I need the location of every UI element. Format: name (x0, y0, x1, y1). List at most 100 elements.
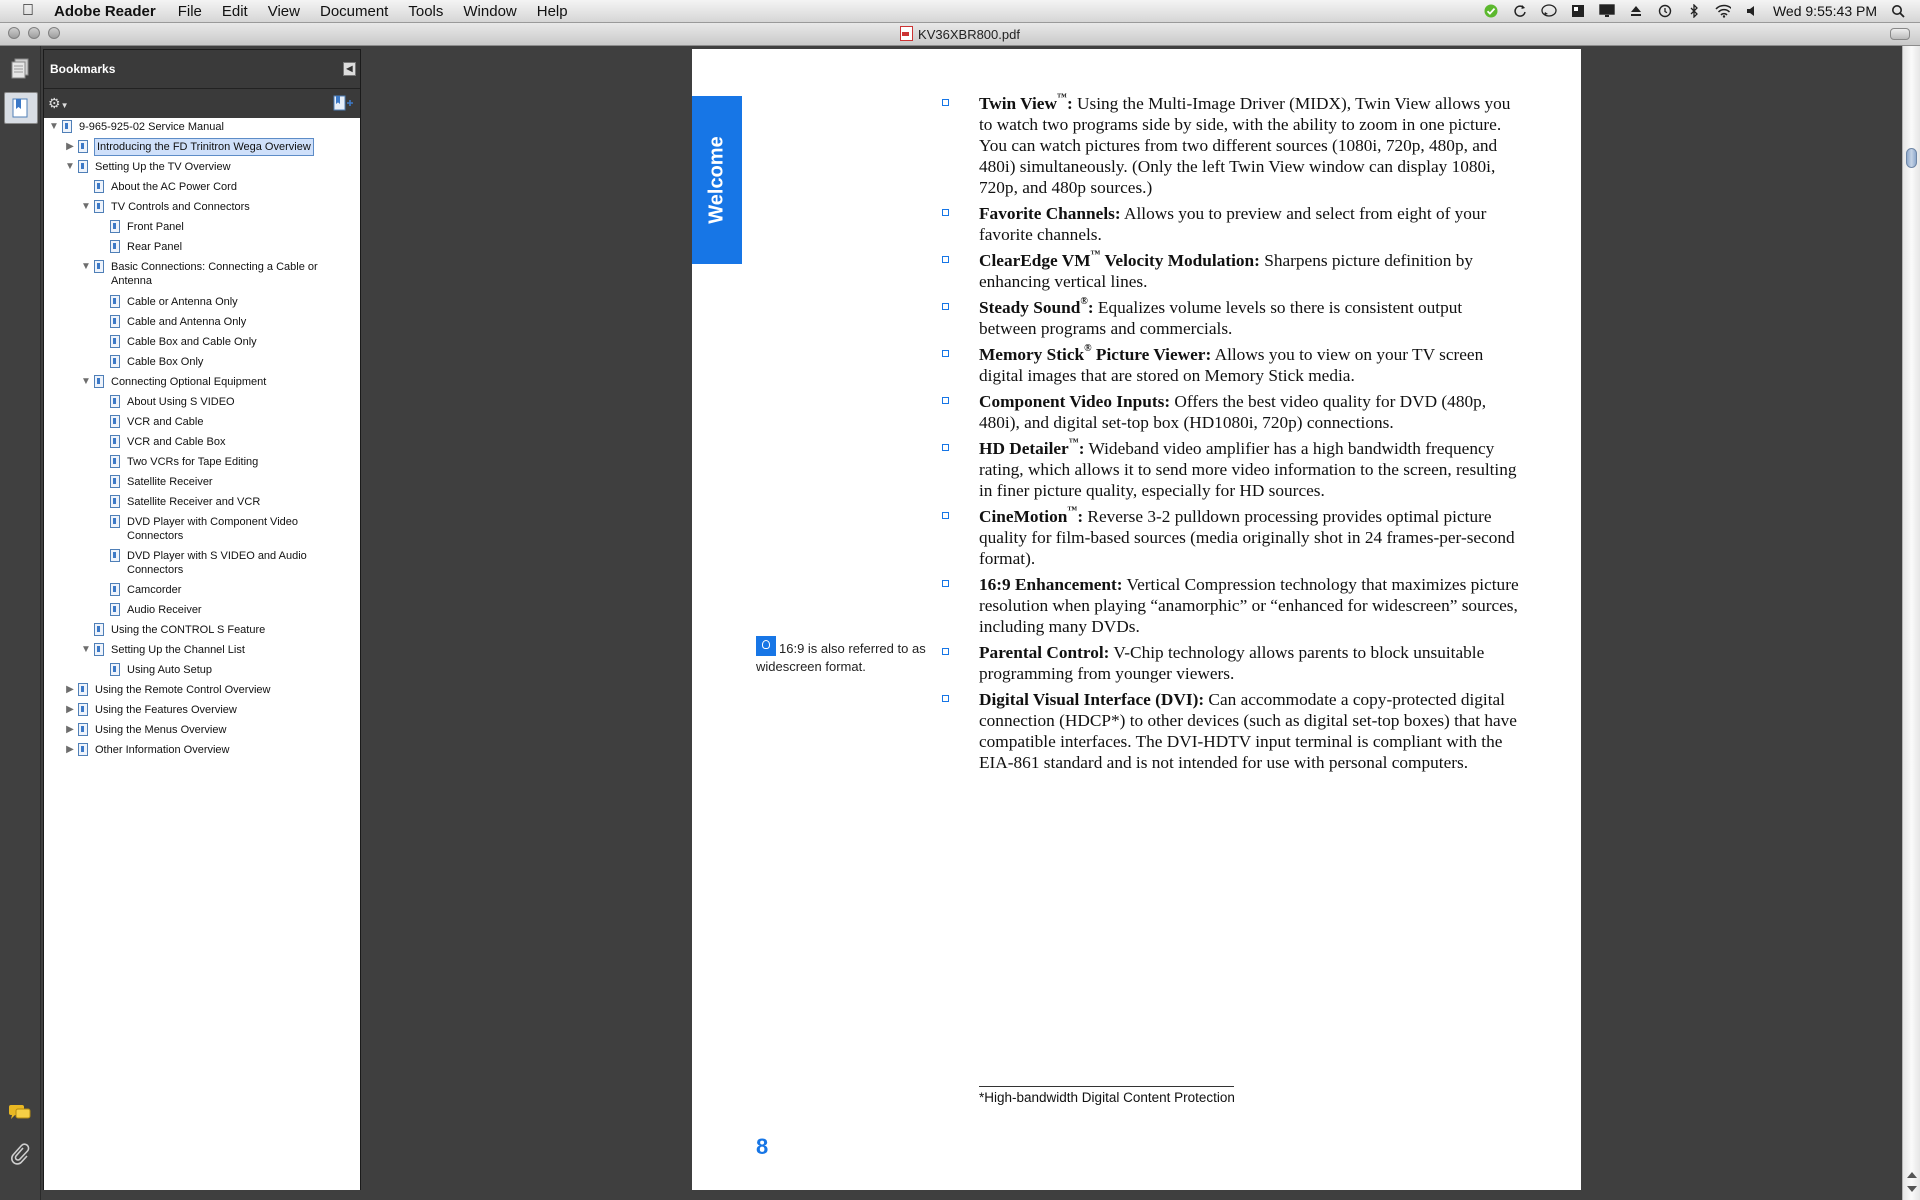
bookmark-label: About Using S VIDEO (127, 396, 235, 408)
chevron-down-icon: ▼ (60, 101, 69, 110)
bookmark-item[interactable]: Two VCRs for Tape Editing (44, 454, 362, 470)
bookmark-item[interactable]: VCR and Cable (44, 414, 362, 430)
bookmark-label: Connecting Optional Equipment (111, 376, 267, 388)
bookmark-item[interactable]: ▶ Using the Menus Overview (44, 722, 362, 738)
bookmark-label: Setting Up the Channel List (111, 644, 245, 656)
scrollbar-thumb[interactable] (1906, 148, 1917, 168)
window-title-bar: KV36XBR800.pdf (0, 23, 1920, 46)
bookmark-item[interactable]: DVD Player with Component Video Connector… (44, 514, 362, 542)
bookmark-item[interactable]: ▼ 9-965-925-02 Service Manual (44, 119, 362, 135)
bookmark-label-continued: Connectors (127, 564, 184, 576)
bookmark-label: Introducing the FD Trinitron Wega Overvi… (94, 138, 314, 156)
bookmark-item[interactable]: Audio Receiver (44, 602, 362, 618)
wifi-icon[interactable] (1715, 4, 1731, 18)
display-icon[interactable] (1570, 4, 1586, 18)
check-status-icon[interactable] (1483, 4, 1499, 18)
bookmark-icon (110, 495, 120, 508)
expand-triangle-icon[interactable]: ▶ (65, 722, 75, 738)
menu-file[interactable]: File (178, 3, 202, 20)
attachments-panel-button[interactable] (4, 1139, 36, 1169)
menu-edit[interactable]: Edit (222, 3, 248, 20)
bookmark-item[interactable]: ▼ Setting Up the Channel List (44, 642, 362, 658)
bookmark-item[interactable]: Satellite Receiver (44, 474, 362, 490)
volume-icon[interactable] (1744, 4, 1760, 18)
collapse-triangle-icon[interactable]: ▼ (81, 199, 91, 215)
feature-title: ClearEdge VM™ Velocity Modulation: (979, 250, 1260, 271)
bluetooth-icon[interactable] (1686, 4, 1702, 18)
bookmark-item[interactable]: Front Panel (44, 219, 362, 235)
collapse-triangle-icon[interactable]: ▼ (49, 119, 59, 135)
scroll-up-arrow-icon[interactable] (1907, 1172, 1917, 1178)
bookmark-item[interactable]: ▶ Other Information Overview (44, 742, 362, 758)
bookmarks-panel-button[interactable] (4, 92, 38, 124)
new-bookmark-button[interactable] (332, 95, 354, 111)
collapse-triangle-icon[interactable]: ▼ (65, 159, 75, 175)
bookmark-item[interactable]: DVD Player with S VIDEO and Audio Connect… (44, 548, 362, 576)
checkbox-bullet-icon (942, 303, 949, 310)
bookmark-item[interactable]: ▼ Connecting Optional Equipment (44, 374, 362, 390)
collapse-triangle-icon[interactable]: ▼ (81, 259, 91, 275)
trademark-mark: ® (1084, 343, 1092, 354)
app-menu[interactable]: Adobe Reader (54, 3, 156, 20)
bookmark-item[interactable]: Rear Panel (44, 239, 362, 255)
pages-panel-button[interactable] (4, 54, 36, 84)
navigation-pane-strip (0, 46, 41, 1200)
checkbox-bullet-icon (942, 580, 949, 587)
bookmark-label: Cable Box and Cable Only (127, 336, 257, 348)
bookmark-item[interactable]: ▶ Introducing the FD Trinitron Wega Overv… (44, 138, 362, 156)
scroll-down-arrow-icon[interactable] (1907, 1186, 1917, 1192)
bookmark-item[interactable]: Cable Box Only (44, 354, 362, 370)
apple-menu-icon[interactable]:  (18, 2, 38, 20)
bookmark-label: VCR and Cable Box (127, 436, 226, 448)
bookmark-item[interactable]: About Using S VIDEO (44, 394, 362, 410)
bookmark-item[interactable]: About the AC Power Cord (44, 179, 362, 195)
screen-mirror-icon[interactable] (1599, 4, 1615, 18)
bookmark-item[interactable]: Using the CONTROL S Feature (44, 622, 362, 638)
feature-title: Favorite Channels: (979, 204, 1121, 223)
toolbar-toggle-button[interactable] (1890, 28, 1910, 40)
checkbox-bullet-icon (942, 695, 949, 702)
collapse-panel-button[interactable]: ◀ (343, 62, 356, 76)
bookmark-item[interactable]: Camcorder (44, 582, 362, 598)
time-machine-icon[interactable] (1657, 4, 1673, 18)
bookmark-item[interactable]: VCR and Cable Box (44, 434, 362, 450)
expand-triangle-icon[interactable]: ▶ (65, 139, 75, 155)
bookmark-item[interactable]: Cable and Antenna Only (44, 314, 362, 330)
footnote: *High-bandwidth Digital Content Protecti… (979, 1090, 1235, 1105)
bookmark-label: Camcorder (127, 584, 182, 596)
menu-window[interactable]: Window (463, 3, 516, 20)
menu-view[interactable]: View (268, 3, 300, 20)
bookmark-item[interactable]: ▼ Setting Up the TV Overview (44, 159, 362, 175)
chat-icon[interactable] (1541, 4, 1557, 18)
menubar-clock[interactable]: Wed 9:55:43 PM (1773, 3, 1877, 19)
bookmark-item[interactable]: Satellite Receiver and VCR (44, 494, 362, 510)
menu-tools[interactable]: Tools (408, 3, 443, 20)
bookmark-item[interactable]: ▶ Using the Features Overview (44, 702, 362, 718)
sync-icon[interactable] (1512, 4, 1528, 18)
bookmark-label: Rear Panel (127, 241, 183, 253)
expand-triangle-icon[interactable]: ▶ (65, 682, 75, 698)
feature-title-text: HD Detailer (979, 439, 1069, 458)
bookmark-label: About the AC Power Cord (111, 181, 237, 193)
bookmark-item[interactable]: Cable or Antenna Only (44, 294, 362, 310)
menu-help[interactable]: Help (537, 3, 568, 20)
margin-note-text: 16:9 is also referred to as widescreen f… (756, 641, 926, 674)
bookmark-item[interactable]: Using Auto Setup (44, 662, 362, 678)
menu-document[interactable]: Document (320, 3, 388, 20)
options-menu-button[interactable]: ⚙▼ (48, 95, 68, 112)
feature-title-text: Digital Visual Interface (DVI): (979, 690, 1205, 709)
bookmark-label: Audio Receiver (127, 604, 202, 616)
spotlight-search-icon[interactable] (1890, 4, 1906, 18)
bookmark-item[interactable]: ▼ TV Controls and Connectors (44, 199, 362, 215)
bookmark-item[interactable]: Cable Box and Cable Only (44, 334, 362, 350)
eject-icon[interactable] (1628, 4, 1644, 18)
collapse-triangle-icon[interactable]: ▼ (81, 642, 91, 658)
expand-triangle-icon[interactable]: ▶ (65, 742, 75, 758)
comments-panel-button[interactable] (4, 1098, 36, 1128)
bookmark-item[interactable]: ▼ Basic Connections: Connecting a Cable o… (44, 259, 362, 287)
vertical-scrollbar[interactable] (1902, 46, 1920, 1200)
expand-triangle-icon[interactable]: ▶ (65, 702, 75, 718)
bookmark-item[interactable]: ▶ Using the Remote Control Overview (44, 682, 362, 698)
feature-title: HD Detailer™: (979, 438, 1085, 459)
collapse-triangle-icon[interactable]: ▼ (81, 374, 91, 390)
